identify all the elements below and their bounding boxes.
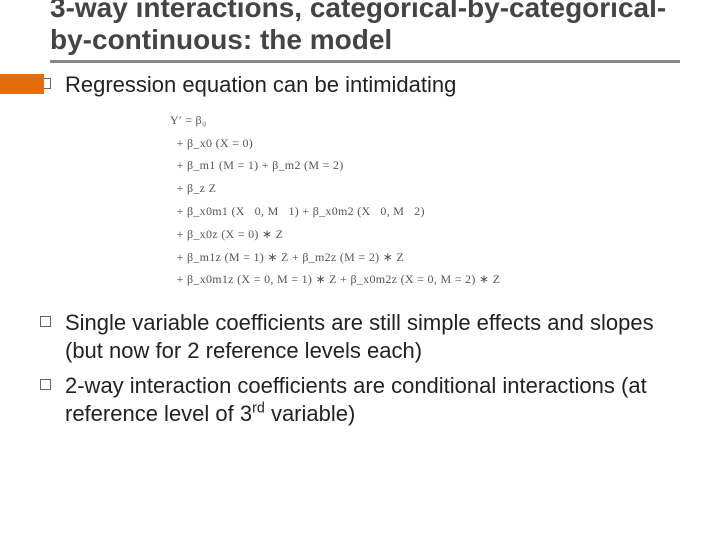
accent-bar: [0, 74, 44, 94]
eq-line: Y′ = β₀: [170, 109, 680, 132]
bullet-text: Single variable coefficients are still s…: [65, 309, 680, 364]
bullet-item: Single variable coefficients are still s…: [40, 309, 680, 364]
regression-equation: Y′ = β₀ + β_x0 (X = 0) + β_m1 (M = 1) + …: [170, 109, 680, 291]
bullet-text-pre: 2-way interaction coefficients are condi…: [65, 373, 647, 426]
eq-line: + β_x0m1z (X = 0, M = 1) ∗ Z + β_x0m2z (…: [170, 268, 680, 291]
slide: 3-way interactions, categorical-by-categ…: [0, 0, 720, 532]
eq-line: + β_x0m1 (X 0, M 1) + β_x0m2 (X 0, M 2): [170, 200, 680, 223]
slide-body: Regression equation can be intimidating …: [50, 71, 680, 427]
bullet-item: 2-way interaction coefficients are condi…: [40, 372, 680, 427]
eq-line: + β_z Z: [170, 177, 680, 200]
eq-line: + β_m1z (M = 1) ∗ Z + β_m2z (M = 2) ∗ Z: [170, 246, 680, 269]
slide-title: 3-way interactions, categorical-by-categ…: [50, 0, 680, 63]
bullet-text: Regression equation can be intimidating: [65, 71, 456, 99]
bullet-icon: [40, 379, 51, 390]
bullet-text-post: variable): [265, 401, 355, 426]
bullet-icon: [40, 316, 51, 327]
eq-line: + β_m1 (M = 1) + β_m2 (M = 2): [170, 154, 680, 177]
bullet-item: Regression equation can be intimidating: [40, 71, 680, 99]
ordinal-suffix: rd: [252, 400, 265, 416]
bullet-text: 2-way interaction coefficients are condi…: [65, 372, 680, 427]
eq-line: + β_x0 (X = 0): [170, 132, 680, 155]
eq-line: + β_x0z (X = 0) ∗ Z: [170, 223, 680, 246]
